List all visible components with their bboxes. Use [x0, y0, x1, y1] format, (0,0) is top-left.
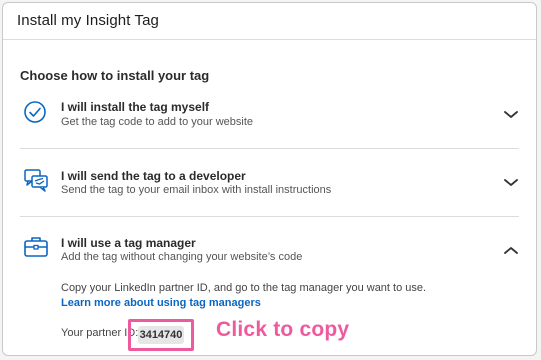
partner-id-value[interactable]: 3414740 — [138, 326, 184, 344]
tag-manager-instructions: Copy your LinkedIn partner ID, and go to… — [61, 282, 427, 294]
chevron-up-icon[interactable] — [503, 242, 519, 254]
checkmark-circle-icon — [23, 100, 49, 126]
chevron-down-icon[interactable] — [503, 107, 519, 118]
divider — [20, 148, 519, 149]
partner-id-label: Your partner ID: — [61, 327, 139, 339]
chevron-down-icon[interactable] — [503, 175, 519, 186]
option-title: I will install the tag myself — [61, 100, 210, 114]
briefcase-icon — [23, 235, 49, 261]
option-subtitle: Send the tag to your email inbox with in… — [61, 184, 332, 196]
option-install-myself[interactable]: I will install the tag myself Get the ta… — [20, 95, 519, 143]
option-subtitle: Get the tag code to add to your website — [61, 116, 254, 128]
option-title: I will use a tag manager — [61, 236, 196, 250]
dialog-title: Install my Insight Tag — [17, 12, 159, 29]
section-title: Choose how to install your tag — [20, 68, 210, 83]
partner-id-highlight: 3414740 — [128, 319, 194, 351]
chat-bubbles-icon — [23, 167, 49, 193]
dialog-header: Install my Insight Tag — [3, 3, 536, 40]
install-insight-tag-dialog: Install my Insight Tag Choose how to ins… — [2, 2, 537, 356]
option-title: I will send the tag to a developer — [61, 169, 246, 183]
option-use-tag-manager[interactable]: I will use a tag manager Add the tag wit… — [20, 230, 519, 270]
option-send-to-developer[interactable]: I will send the tag to a developer Send … — [20, 162, 519, 210]
learn-more-tag-managers-link[interactable]: Learn more about using tag managers — [61, 297, 261, 309]
divider — [20, 216, 519, 217]
click-to-copy-annotation: Click to copy — [216, 318, 350, 341]
option-subtitle: Add the tag without changing your websit… — [61, 251, 303, 263]
